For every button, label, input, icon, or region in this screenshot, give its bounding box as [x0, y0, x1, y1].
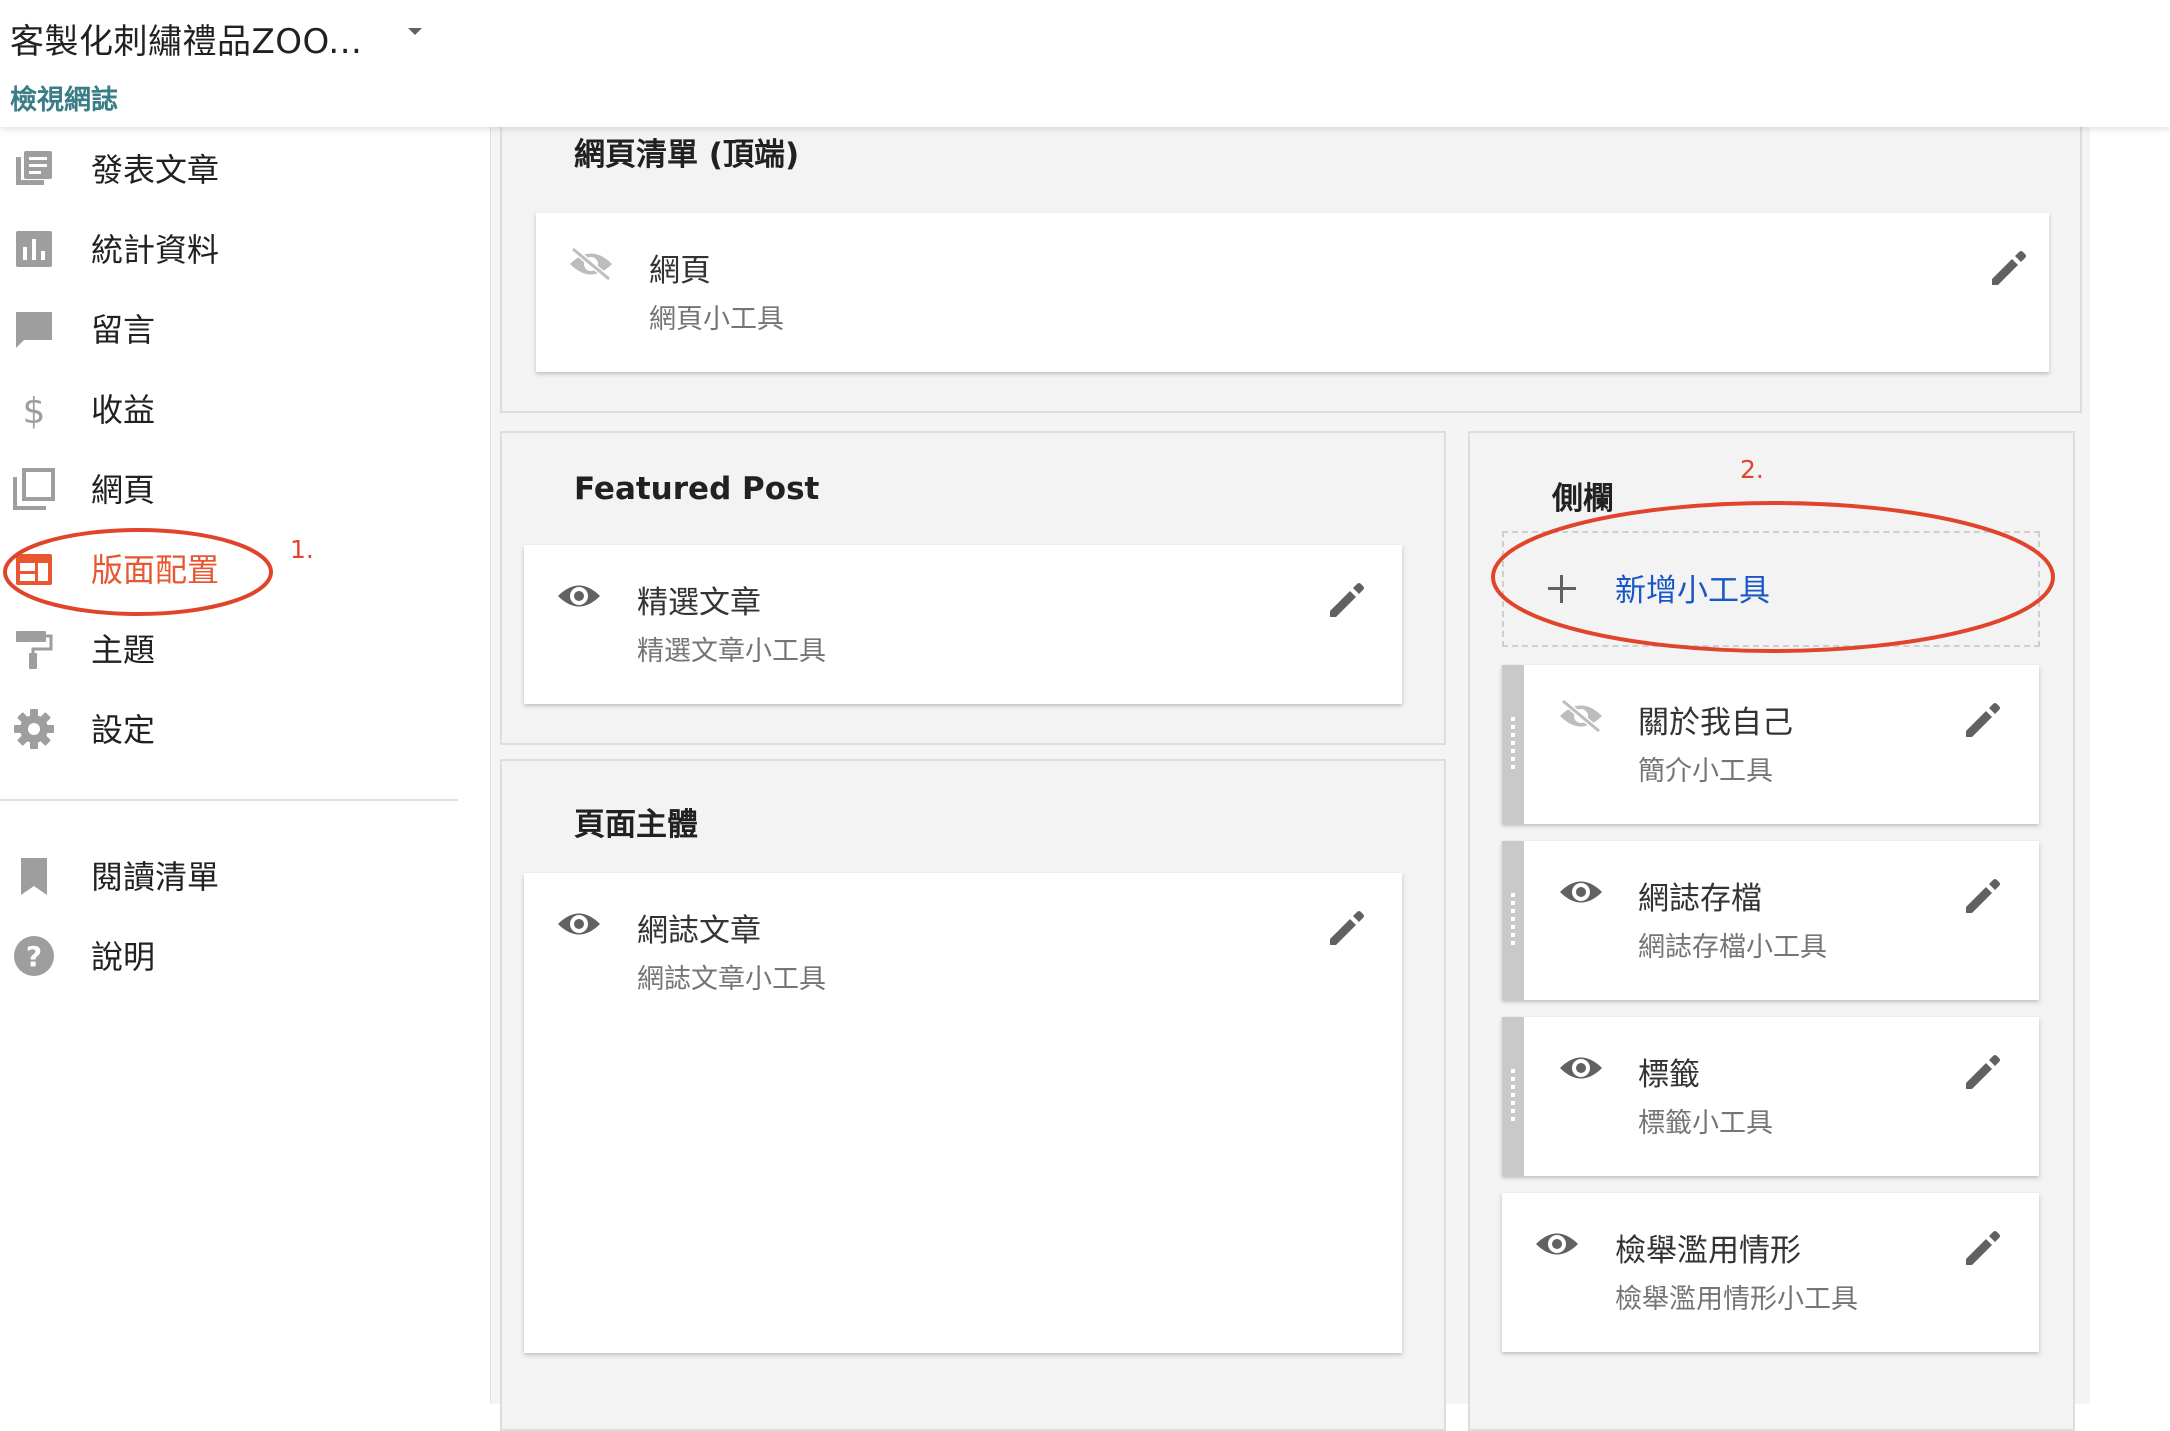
app-header: 客製化刺繡禮品ZOO... 檢視網誌 — [0, 0, 2170, 127]
pages-icon — [12, 467, 56, 511]
edit-pencil-icon[interactable] — [1988, 249, 2028, 289]
edit-pencil-icon[interactable] — [1962, 1229, 2002, 1269]
sidebar-item-earnings[interactable]: $ 收益 — [0, 370, 460, 440]
eye-icon[interactable] — [556, 579, 602, 613]
sidebar-item-settings[interactable]: 設定 — [0, 690, 460, 760]
widget-name: 網誌存檔 — [1638, 881, 1762, 917]
widget-card-pages[interactable]: 網頁 網頁小工具 — [536, 213, 2049, 372]
svg-text:?: ? — [26, 940, 42, 973]
drag-handle[interactable] — [1502, 665, 1524, 824]
sidebar-nav: 發表文章 統計資料 留言 $ 收益 網頁 版面配置 主題 設定 閱讀清單 ? 說… — [0, 127, 490, 1404]
layout-editor: 網頁清單 (頂端) 網頁 網頁小工具 Featured Post 精選文章 精選… — [490, 117, 2170, 1431]
section-main-body: 頁面主體 網誌文章 網誌文章小工具 — [500, 759, 1446, 1431]
plus-icon — [1544, 571, 1580, 607]
gear-icon — [12, 707, 56, 751]
sidebar-item-comments[interactable]: 留言 — [0, 290, 460, 360]
widget-type: 網頁小工具 — [649, 304, 784, 335]
sidebar-item-stats[interactable]: 統計資料 — [0, 210, 460, 280]
section-featured-post: Featured Post 精選文章 精選文章小工具 — [500, 431, 1446, 745]
widget-name: 網頁 — [649, 253, 711, 289]
eye-off-icon[interactable] — [568, 247, 614, 281]
eye-icon[interactable] — [1558, 1051, 1604, 1085]
sidebar-item-label: 留言 — [91, 311, 156, 349]
widget-type: 簡介小工具 — [1638, 756, 1773, 787]
eye-icon[interactable] — [1558, 875, 1604, 909]
widget-card-blog-posts[interactable]: 網誌文章 網誌文章小工具 — [524, 873, 1402, 1353]
svg-text:$: $ — [23, 391, 46, 431]
sidebar-item-reading-list[interactable]: 閱讀清單 — [0, 837, 460, 907]
sidebar-item-help[interactable]: ? 說明 — [0, 917, 460, 987]
widget-card-report-abuse[interactable]: 檢舉濫用情形 檢舉濫用情形小工具 — [1502, 1193, 2039, 1352]
blog-title[interactable]: 客製化刺繡禮品ZOO... — [10, 14, 362, 63]
section-title: 頁面主體 — [574, 807, 698, 843]
add-widget-label: 新增小工具 — [1615, 573, 1770, 609]
blog-switcher-dropdown-icon[interactable] — [402, 22, 428, 42]
add-widget-button[interactable]: 新增小工具 — [1502, 531, 2040, 647]
widget-card-blog-archive[interactable]: 網誌存檔 網誌存檔小工具 — [1502, 841, 2039, 1000]
edit-pencil-icon[interactable] — [1962, 701, 2002, 741]
comments-icon — [12, 307, 56, 351]
edit-pencil-icon[interactable] — [1962, 877, 2002, 917]
widget-name: 精選文章 — [637, 585, 761, 621]
edit-pencil-icon[interactable] — [1962, 1053, 2002, 1093]
widget-name: 網誌文章 — [637, 913, 761, 949]
edit-pencil-icon[interactable] — [1326, 909, 1366, 949]
posts-icon — [12, 147, 56, 191]
eye-icon[interactable] — [556, 907, 602, 941]
widget-card-featured-post[interactable]: 精選文章 精選文章小工具 — [524, 545, 1402, 704]
stats-icon — [12, 227, 56, 271]
annotation-number-1: 1. — [290, 535, 314, 564]
widget-type: 標籤小工具 — [1638, 1108, 1773, 1139]
widget-type: 網誌存檔小工具 — [1638, 932, 1827, 963]
edit-pencil-icon[interactable] — [1326, 581, 1366, 621]
bookmark-icon — [12, 854, 56, 898]
dollar-icon: $ — [12, 387, 56, 431]
sidebar-item-label: 發表文章 — [91, 151, 220, 189]
widget-type: 檢舉濫用情形小工具 — [1615, 1284, 1858, 1315]
sidebar-item-label: 版面配置 — [91, 551, 220, 589]
sidebar-item-theme[interactable]: 主題 — [0, 610, 460, 680]
widget-type: 精選文章小工具 — [637, 636, 826, 667]
sidebar-item-label: 收益 — [91, 391, 156, 429]
sidebar-item-layout[interactable]: 版面配置 — [0, 530, 460, 600]
sidebar-item-posts[interactable]: 發表文章 — [0, 130, 460, 200]
annotation-number-2: 2. — [1740, 455, 1764, 484]
sidebar-item-label: 網頁 — [91, 471, 156, 509]
drag-handle[interactable] — [1502, 1017, 1524, 1176]
section-pagelist-top: 網頁清單 (頂端) 網頁 網頁小工具 — [500, 117, 2082, 413]
drag-handle[interactable] — [1502, 841, 1524, 1000]
sidebar-divider — [0, 799, 458, 801]
widget-card-labels[interactable]: 標籤 標籤小工具 — [1502, 1017, 2039, 1176]
sidebar-item-pages[interactable]: 網頁 — [0, 450, 460, 520]
widget-type: 網誌文章小工具 — [637, 964, 826, 995]
help-icon: ? — [12, 934, 56, 978]
sidebar-item-label: 統計資料 — [91, 231, 220, 269]
theme-roller-icon — [12, 627, 56, 671]
sidebar-item-label: 說明 — [91, 938, 156, 976]
sidebar-item-label: 設定 — [91, 711, 156, 749]
widget-name: 標籤 — [1638, 1057, 1700, 1093]
section-sidebar: 側欄 新增小工具 關於我自己 簡介小工具 網誌存檔 網誌存檔小工具 標籤 標籤小… — [1468, 431, 2075, 1431]
widget-card-about-me[interactable]: 關於我自己 簡介小工具 — [1502, 665, 2039, 824]
sidebar-item-label: 主題 — [91, 631, 156, 669]
section-title: 側欄 — [1552, 481, 1614, 517]
sidebar-item-label: 閱讀清單 — [91, 858, 220, 896]
section-title: Featured Post — [574, 471, 820, 507]
layout-icon — [12, 547, 56, 591]
widget-name: 檢舉濫用情形 — [1615, 1233, 1801, 1269]
section-title: 網頁清單 (頂端) — [574, 137, 800, 173]
eye-icon[interactable] — [1534, 1227, 1580, 1261]
eye-off-icon[interactable] — [1558, 699, 1604, 733]
widget-name: 關於我自己 — [1638, 705, 1793, 741]
view-blog-link[interactable]: 檢視網誌 — [10, 78, 118, 117]
